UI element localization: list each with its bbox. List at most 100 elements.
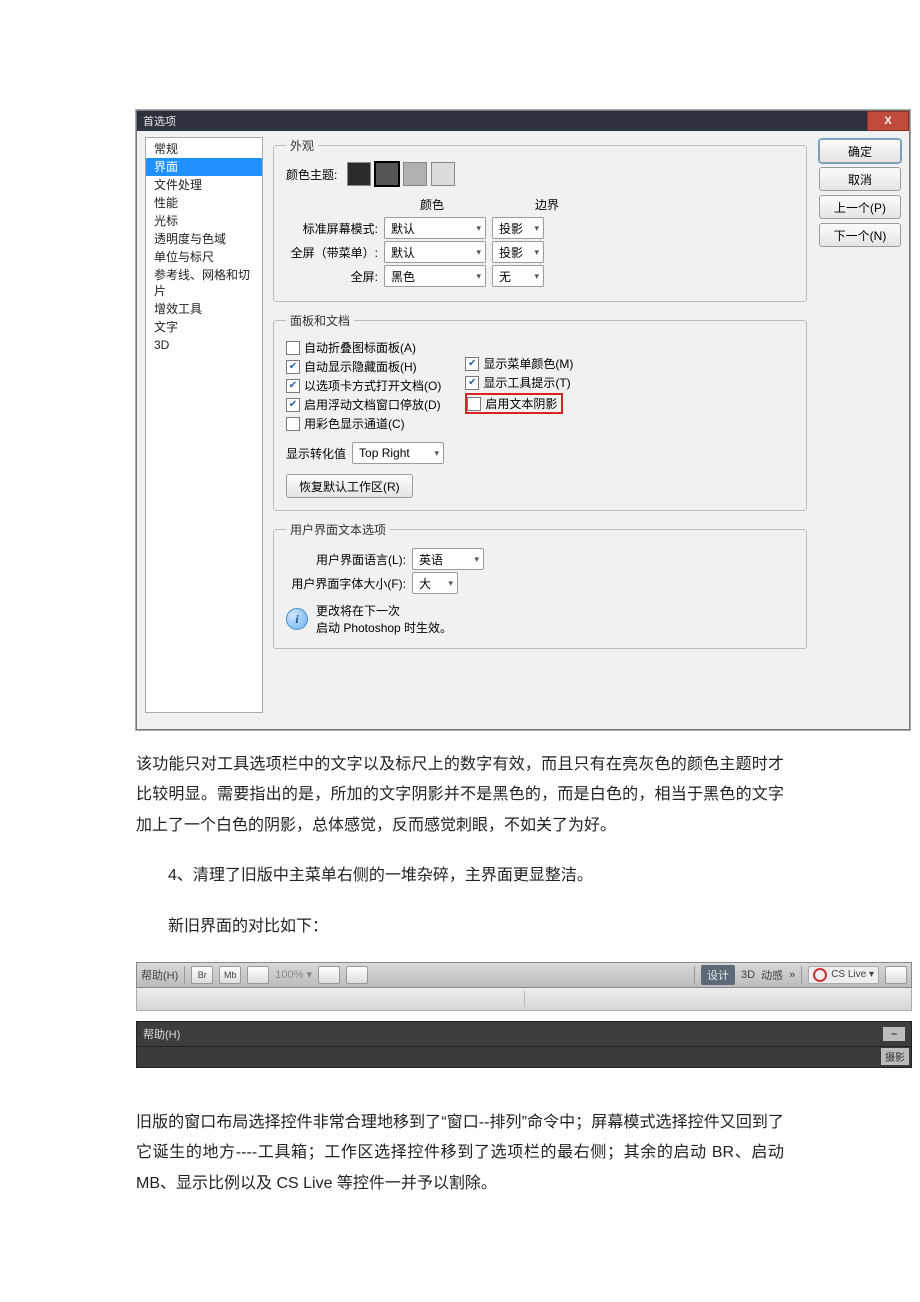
dialog-action-buttons: 确定 取消 上一个(P) 下一个(N) <box>819 137 901 717</box>
chevron-down-icon: ▾ <box>448 578 453 589</box>
close-button[interactable]: X <box>867 111 909 131</box>
screen-color-select[interactable]: 黑色▾ <box>384 265 486 287</box>
group-legend: 用户界面文本选项 <box>286 521 390 538</box>
screen-border-select[interactable]: 无▾ <box>492 265 544 287</box>
prev-button[interactable]: 上一个(P) <box>819 195 901 219</box>
ui-font-size-select[interactable]: 大▾ <box>412 572 458 594</box>
checkbox[interactable] <box>286 417 300 431</box>
sidebar-item[interactable]: 光标 <box>146 212 262 230</box>
group-appearance: 外观 颜色主题: 颜色 边界 <box>273 137 807 302</box>
sidebar-item[interactable]: 3D <box>146 336 262 354</box>
paragraph: 旧版的窗口布局选择控件非常合理地移到了“窗口--排列”命令中；屏幕模式选择控件又… <box>136 1108 784 1199</box>
preferences-content: 外观 颜色主题: 颜色 边界 <box>271 137 811 717</box>
layout-icon[interactable] <box>247 966 269 984</box>
color-theme-swatches <box>347 162 455 186</box>
checkbox[interactable]: ✔ <box>286 398 300 412</box>
chevron-down-icon: ▾ <box>476 271 481 282</box>
br-icon[interactable]: Br <box>191 966 213 984</box>
sidebar-item[interactable]: 文字 <box>146 318 262 336</box>
sidebar-item[interactable]: 性能 <box>146 194 262 212</box>
dialog-title: 首选项 <box>143 113 176 129</box>
sidebar-item[interactable]: 增效工具 <box>146 300 262 318</box>
next-button[interactable]: 下一个(N) <box>819 223 901 247</box>
checkbox[interactable] <box>467 397 481 411</box>
screen-color-select[interactable]: 默认▾ <box>384 241 486 263</box>
swatch[interactable] <box>347 162 371 186</box>
screen-color-select[interactable]: 默认▾ <box>384 217 486 239</box>
restore-workspace-button[interactable]: 恢复默认工作区(R) <box>286 474 413 498</box>
ui-language-select[interactable]: 英语▾ <box>412 548 484 570</box>
workspace-tab[interactable]: 动感 <box>761 967 783 983</box>
sidebar-item[interactable]: 单位与标尺 <box>146 248 262 266</box>
new-toolbar-sub: 摄影 <box>136 1047 912 1068</box>
new-toolbar: 帮助(H) – <box>136 1021 912 1047</box>
separator <box>801 966 802 984</box>
cs-live-button[interactable]: CS Live ▾ <box>808 966 879 984</box>
help-menu[interactable]: 帮助(H) <box>141 967 178 983</box>
ui-language-label: 用户界面语言(L): <box>286 551 406 568</box>
checkbox-label: 以选项卡方式打开文档(O) <box>304 377 441 394</box>
sidebar-item[interactable]: 界面 <box>146 158 262 176</box>
checkbox-label: 自动折叠图标面板(A) <box>304 339 416 356</box>
checkbox-label: 启用文本阴影 <box>485 395 557 412</box>
mb-icon[interactable]: Mb <box>219 966 241 984</box>
checkbox-label: 显示工具提示(T) <box>483 374 570 391</box>
ok-button[interactable]: 确定 <box>819 139 901 163</box>
grid-icon[interactable] <box>318 966 340 984</box>
screen-mode-icon[interactable] <box>346 966 368 984</box>
col-header-color: 颜色 <box>382 196 482 213</box>
color-theme-label: 颜色主题: <box>286 166 337 183</box>
restart-note: 更改将在下一次 启动 Photoshop 时生效。 <box>316 602 452 636</box>
sidebar-item[interactable]: 文件处理 <box>146 176 262 194</box>
checkbox[interactable]: ✔ <box>465 357 479 371</box>
group-ui-text: 用户界面文本选项 用户界面语言(L): 英语▾ 用户界面字体大小(F): 大▾ … <box>273 521 807 649</box>
sidebar-item[interactable]: 参考线、网格和切片 <box>146 266 262 300</box>
collapse-icon[interactable] <box>885 966 907 984</box>
more-icon[interactable]: » <box>789 969 795 981</box>
cs-live-icon <box>813 968 827 982</box>
highlighted-option: 启用文本阴影 <box>465 393 563 414</box>
sidebar-item[interactable]: 透明度与色域 <box>146 230 262 248</box>
screen-mode-label: 全屏: <box>286 268 378 285</box>
chevron-down-icon: ▾ <box>534 271 539 282</box>
screen-mode-label: 全屏（带菜单）: <box>286 244 378 261</box>
show-transform-label: 显示转化值 <box>286 445 346 462</box>
chevron-down-icon: ▾ <box>476 223 481 234</box>
help-menu[interactable]: 帮助(H) <box>143 1026 180 1042</box>
chevron-down-icon: ▾ <box>476 247 481 258</box>
minimize-icon[interactable]: – <box>883 1027 905 1041</box>
separator <box>694 966 695 984</box>
chevron-down-icon: ▾ <box>474 554 479 565</box>
swatch[interactable] <box>431 162 455 186</box>
group-legend: 面板和文档 <box>286 312 354 329</box>
screen-border-select[interactable]: 投影▾ <box>492 241 544 263</box>
screen-mode-label: 标准屏幕模式: <box>286 220 378 237</box>
swatch[interactable] <box>403 162 427 186</box>
workspace-tab[interactable]: 3D <box>741 969 755 981</box>
chevron-down-icon: ▾ <box>434 448 439 459</box>
checkbox[interactable]: ✔ <box>286 379 300 393</box>
swatch[interactable] <box>375 162 399 186</box>
sidebar-item[interactable]: 常规 <box>146 140 262 158</box>
workspace-tab[interactable]: 设计 <box>701 965 735 985</box>
checkbox[interactable]: ✔ <box>286 360 300 374</box>
show-transform-select[interactable]: Top Right▾ <box>352 442 444 464</box>
workspace-pill[interactable]: 摄影 <box>881 1048 909 1065</box>
screen-border-select[interactable]: 投影▾ <box>492 217 544 239</box>
chevron-down-icon: ▾ <box>534 247 539 258</box>
category-sidebar: 常规 界面 文件处理 性能 光标 透明度与色域 单位与标尺 参考线、网格和切片 … <box>145 137 263 713</box>
checkbox-label: 自动显示隐藏面板(H) <box>304 358 417 375</box>
checkbox[interactable] <box>286 341 300 355</box>
col-header-border: 边界 <box>522 196 572 213</box>
separator <box>184 966 185 984</box>
checkbox-label: 启用浮动文档窗口停放(D) <box>304 396 441 413</box>
old-toolbar: 帮助(H) Br Mb 100% ▾ 设计 3D 动感 » CS Live ▾ <box>136 962 912 988</box>
checkbox-label: 显示菜单颜色(M) <box>483 355 573 372</box>
dialog-titlebar: 首选项 X <box>137 111 909 131</box>
info-icon: i <box>286 608 308 630</box>
zoom-select[interactable]: 100% ▾ <box>275 968 312 981</box>
checkbox[interactable]: ✔ <box>465 376 479 390</box>
toolbar-comparison: 帮助(H) Br Mb 100% ▾ 设计 3D 动感 » CS Live ▾ <box>136 962 912 1068</box>
cancel-button[interactable]: 取消 <box>819 167 901 191</box>
paragraph: 该功能只对工具选项栏中的文字以及标尺上的数字有效，而且只有在亮灰色的颜色主题时才… <box>136 750 784 942</box>
